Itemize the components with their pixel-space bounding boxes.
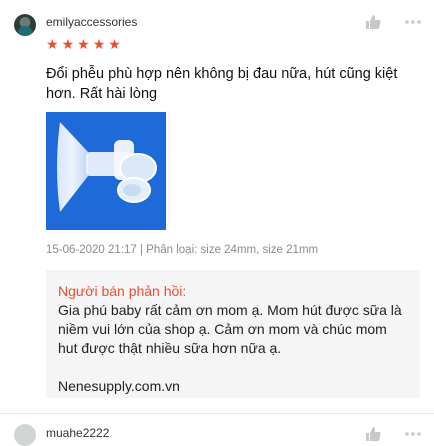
review-comment: Đổi phễu phù hợp nên không bị đau nữa, h…	[46, 66, 398, 102]
rating-stars: ★ ★ ★ ★ ★	[46, 37, 121, 51]
thumbs-up-icon[interactable]	[365, 14, 381, 30]
review-photo[interactable]	[46, 112, 166, 230]
seller-reply-title: Người bán phản hồi:	[58, 283, 187, 299]
seller-reply: Người bán phản hồi: Gia phú baby rất cảm…	[46, 270, 420, 398]
more-dots-icon[interactable]	[404, 14, 422, 30]
seller-reply-site: Nenesupply.com.vn	[58, 378, 180, 394]
more-dots-icon[interactable]	[404, 426, 422, 442]
star-icon: ★	[108, 36, 121, 52]
next-review-username[interactable]: muahe2222	[46, 426, 109, 440]
star-icon: ★	[77, 36, 90, 52]
review-divider	[0, 413, 434, 414]
next-user-avatar[interactable]	[14, 424, 36, 446]
review-meta: 15-06-2020 21:17 | Phân loại: size 24mm,…	[46, 244, 319, 256]
star-icon: ★	[46, 36, 59, 52]
user-avatar[interactable]	[14, 14, 36, 36]
star-icon: ★	[92, 36, 106, 52]
star-icon: ★	[61, 36, 75, 52]
review-username[interactable]: emilyaccessories	[46, 15, 137, 29]
seller-reply-text: Gia phú baby rất cảm ơn mom ạ. Mom hút đ…	[58, 302, 402, 356]
breast-pump-funnel-image	[46, 112, 166, 230]
thumbs-up-icon[interactable]	[365, 426, 381, 442]
